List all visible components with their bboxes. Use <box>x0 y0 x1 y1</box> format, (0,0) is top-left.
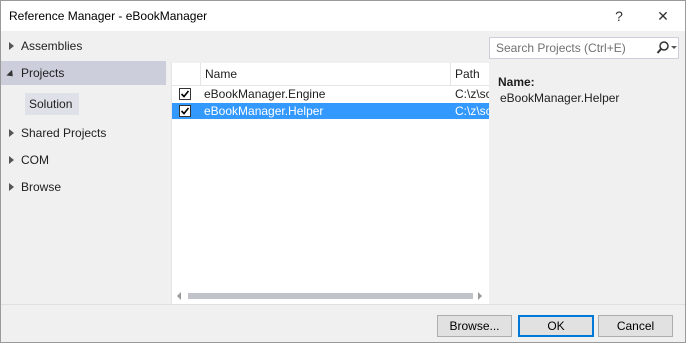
help-icon: ? <box>615 8 623 24</box>
project-list: Name Path eBookManager.Engine C:\z\sc eB… <box>171 63 489 304</box>
search-icon[interactable] <box>656 40 670 59</box>
scrollbar-thumb[interactable] <box>188 293 473 299</box>
column-header-label: Name <box>205 67 238 81</box>
nav-item-label: Browse <box>21 180 62 194</box>
nav-subitem-label: Solution <box>29 97 73 111</box>
title-bar: Reference Manager - eBookManager ? ✕ <box>1 1 685 31</box>
checkmark-icon <box>180 90 190 98</box>
ok-button[interactable]: OK <box>518 315 594 337</box>
search-options-dropdown-icon[interactable] <box>671 46 677 49</box>
browse-button[interactable]: Browse... <box>437 315 512 337</box>
nav-item-assemblies[interactable]: Assemblies <box>1 34 166 58</box>
detail-name-value: eBookManager.Helper <box>500 91 620 105</box>
nav-item-browse[interactable]: Browse <box>1 175 166 199</box>
nav-subitem-solution[interactable]: Solution <box>25 93 79 115</box>
column-header-name[interactable]: Name <box>200 63 452 85</box>
search-input[interactable]: Search Projects (Ctrl+E) <box>489 37 679 59</box>
details-pane: Search Projects (Ctrl+E) Name: eBookMana… <box>489 31 685 304</box>
search-placeholder: Search Projects (Ctrl+E) <box>496 41 626 55</box>
checkmark-icon <box>180 107 190 115</box>
column-header-path[interactable]: Path <box>450 63 489 85</box>
horizontal-scrollbar[interactable] <box>172 287 489 304</box>
nav-item-shared-projects[interactable]: Shared Projects <box>1 121 166 145</box>
column-header: Name Path <box>172 63 489 86</box>
help-button[interactable]: ? <box>597 1 641 31</box>
window-title: Reference Manager - eBookManager <box>9 9 208 23</box>
button-bar: Browse... OK Cancel <box>1 304 685 342</box>
scroll-left-icon[interactable] <box>177 292 181 300</box>
category-tree: Assemblies Projects Solution Shared Proj… <box>1 31 169 304</box>
scroll-right-icon[interactable] <box>478 292 482 300</box>
nav-item-com[interactable]: COM <box>1 148 166 172</box>
column-header-label: Path <box>455 67 480 81</box>
nav-item-label: Projects <box>21 66 65 80</box>
table-row-selected[interactable]: eBookManager.Helper C:\z\sc <box>172 103 489 119</box>
row-checkbox[interactable] <box>179 105 191 117</box>
nav-item-projects[interactable]: Projects <box>1 61 166 85</box>
cancel-button[interactable]: Cancel <box>598 315 673 337</box>
close-icon: ✕ <box>657 7 669 24</box>
expand-arrow-icon[interactable] <box>1 42 21 50</box>
row-name: eBookManager.Helper <box>204 104 324 118</box>
collapse-arrow-icon[interactable] <box>1 69 21 79</box>
row-path: C:\z\sc <box>455 87 489 101</box>
close-button[interactable]: ✕ <box>641 1 685 31</box>
row-checkbox[interactable] <box>179 88 191 100</box>
expand-arrow-icon[interactable] <box>1 183 21 191</box>
detail-name-label: Name: <box>498 75 535 89</box>
row-name: eBookManager.Engine <box>204 87 326 101</box>
nav-item-label: Shared Projects <box>21 126 107 140</box>
table-row[interactable]: eBookManager.Engine C:\z\sc <box>172 86 489 102</box>
nav-item-label: COM <box>21 153 49 167</box>
expand-arrow-icon[interactable] <box>1 129 21 137</box>
reference-manager-dialog: Reference Manager - eBookManager ? ✕ Ass… <box>0 0 686 343</box>
row-path: C:\z\sc <box>455 104 489 118</box>
nav-item-label: Assemblies <box>21 39 83 53</box>
expand-arrow-icon[interactable] <box>1 156 21 164</box>
